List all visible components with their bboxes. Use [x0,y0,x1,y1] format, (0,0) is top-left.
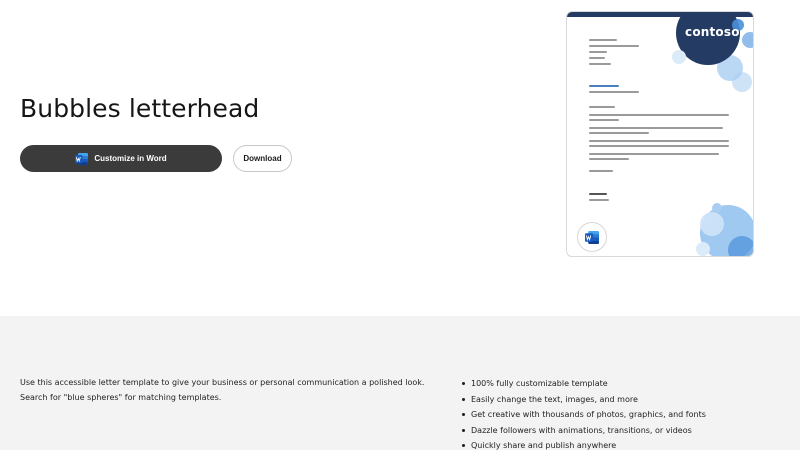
template-preview[interactable]: contoso [566,11,754,257]
preview-text-line [589,158,629,160]
preview-text-line [589,114,729,116]
feature-item: Dazzle followers with animations, transi… [462,423,706,439]
preview-text-line [589,140,729,142]
preview-logo: contoso [685,25,740,39]
preview-text-line [589,127,723,129]
feature-item: Quickly share and publish anywhere [462,438,706,454]
bubbles-graphic [672,12,753,256]
preview-text-line [589,153,719,155]
preview-text-line [589,51,607,53]
preview-text-line [589,145,729,147]
feature-list: 100% fully customizable template Easily … [462,376,706,454]
details-section: Use this accessible letter template to g… [0,316,800,450]
preview-text-line [589,170,613,172]
feature-item: Get creative with thousands of photos, g… [462,407,706,423]
preview-text-line [589,63,611,65]
preview-text-line [589,199,609,201]
preview-text-line [589,119,619,121]
feature-item: Easily change the text, images, and more [462,392,706,408]
customize-in-word-button[interactable]: Customize in Word [20,145,222,172]
preview-text-line [589,45,639,47]
open-in-word-badge[interactable] [577,222,607,252]
word-icon [75,152,89,165]
word-icon [585,230,599,244]
page-title: Bubbles letterhead [20,94,260,123]
feature-item: 100% fully customizable template [462,376,706,392]
preview-text-line [589,193,607,195]
preview-text-line [589,39,617,41]
preview-text-line [589,106,615,108]
customize-label: Customize in Word [94,154,167,163]
preview-text-line [589,85,619,87]
preview-text-line [589,91,639,93]
template-description: Use this accessible letter template to g… [20,378,425,402]
hero-section: Bubbles letterhead Customize in Word Dow… [0,0,800,316]
download-button[interactable]: Download [233,145,292,172]
preview-text-line [589,132,649,134]
preview-text-line [589,57,605,59]
